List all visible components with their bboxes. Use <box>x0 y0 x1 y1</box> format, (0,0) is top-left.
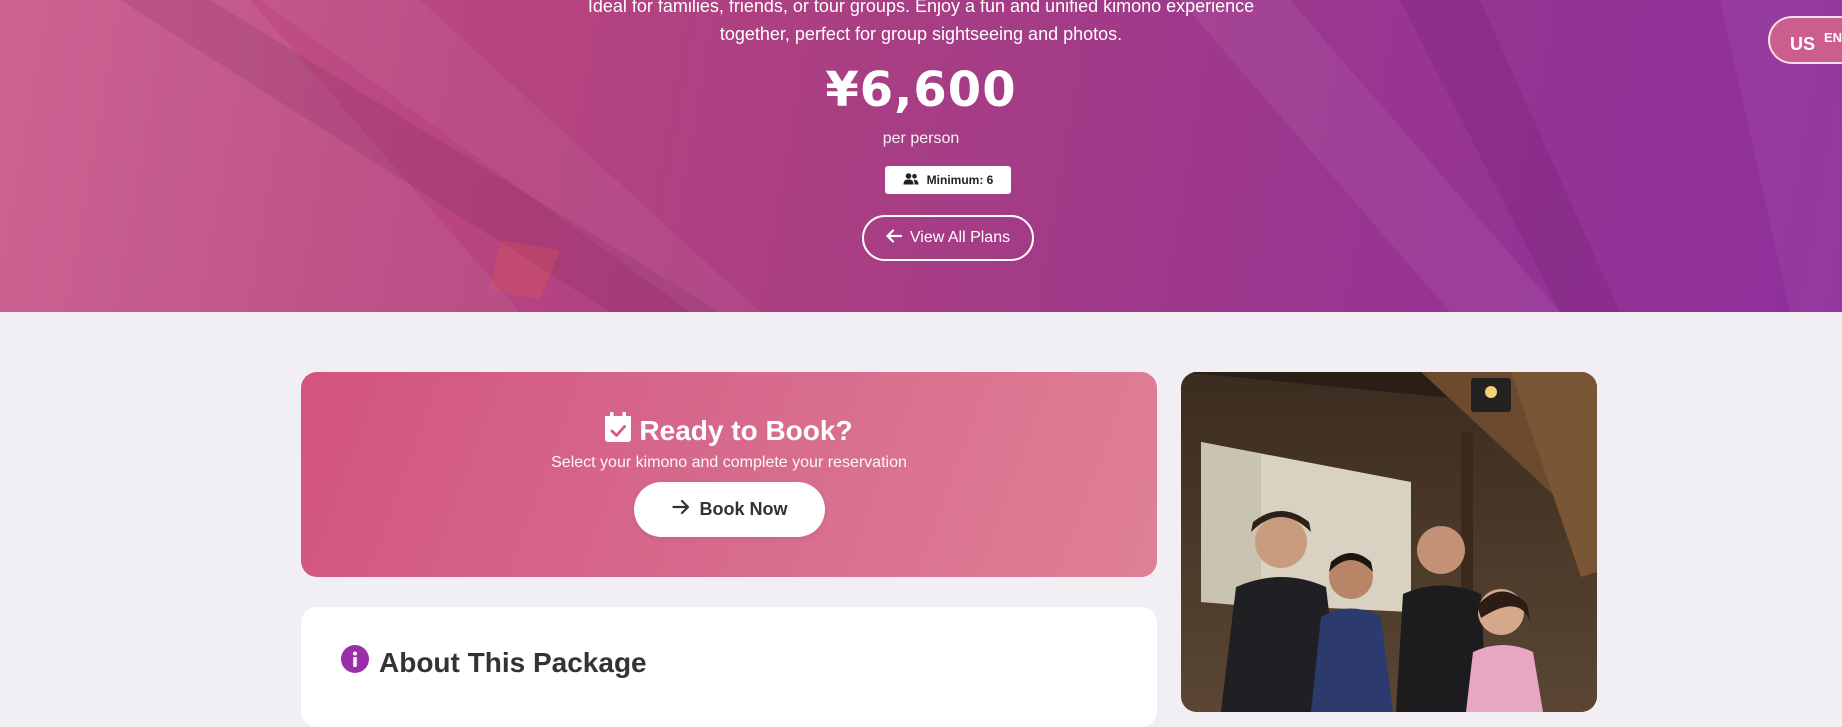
about-package-title: About This Package <box>379 646 647 678</box>
users-icon <box>903 172 919 188</box>
about-package-card: About This Package <box>301 607 1157 727</box>
minimum-badge: Minimum: 6 <box>885 166 1011 194</box>
plan-price: ¥6,600 <box>825 62 1017 118</box>
info-circle-icon <box>341 645 369 680</box>
view-all-plans-label: View All Plans <box>909 229 1011 246</box>
booking-title: Ready to Book? <box>301 412 1157 449</box>
about-package-heading: About This Package <box>341 645 647 680</box>
language-flag: US <box>1790 34 1816 54</box>
minimum-badge-label: Minimum: 6 <box>926 173 994 187</box>
calendar-check-icon <box>605 412 632 449</box>
book-now-label: Book Now <box>699 499 788 519</box>
booking-card: Ready to Book? Select your kimono and co… <box>301 372 1157 577</box>
booking-title-text: Ready to Book? <box>639 414 853 446</box>
booking-subtitle: Select your kimono and complete your res… <box>551 454 907 471</box>
price-unit: per person <box>882 130 960 147</box>
book-now-button[interactable]: Book Now <box>634 482 825 537</box>
hero-description-line-1: Ideal for families, friends, or tour gro… <box>587 0 1255 16</box>
hero-description-line-2: together, perfect for group sightseeing … <box>719 24 1123 44</box>
arrow-right-icon <box>671 499 690 520</box>
group-photo <box>1181 372 1597 712</box>
arrow-left-icon <box>886 228 902 248</box>
language-code: EN <box>1824 30 1842 45</box>
language-switcher[interactable]: US EN <box>1768 16 1842 64</box>
view-all-plans-button[interactable]: View All Plans <box>862 215 1034 261</box>
hero-banner: Ideal for families, friends, or tour gro… <box>0 0 1842 312</box>
hero-description: Ideal for families, friends, or tour gro… <box>0 0 1842 48</box>
